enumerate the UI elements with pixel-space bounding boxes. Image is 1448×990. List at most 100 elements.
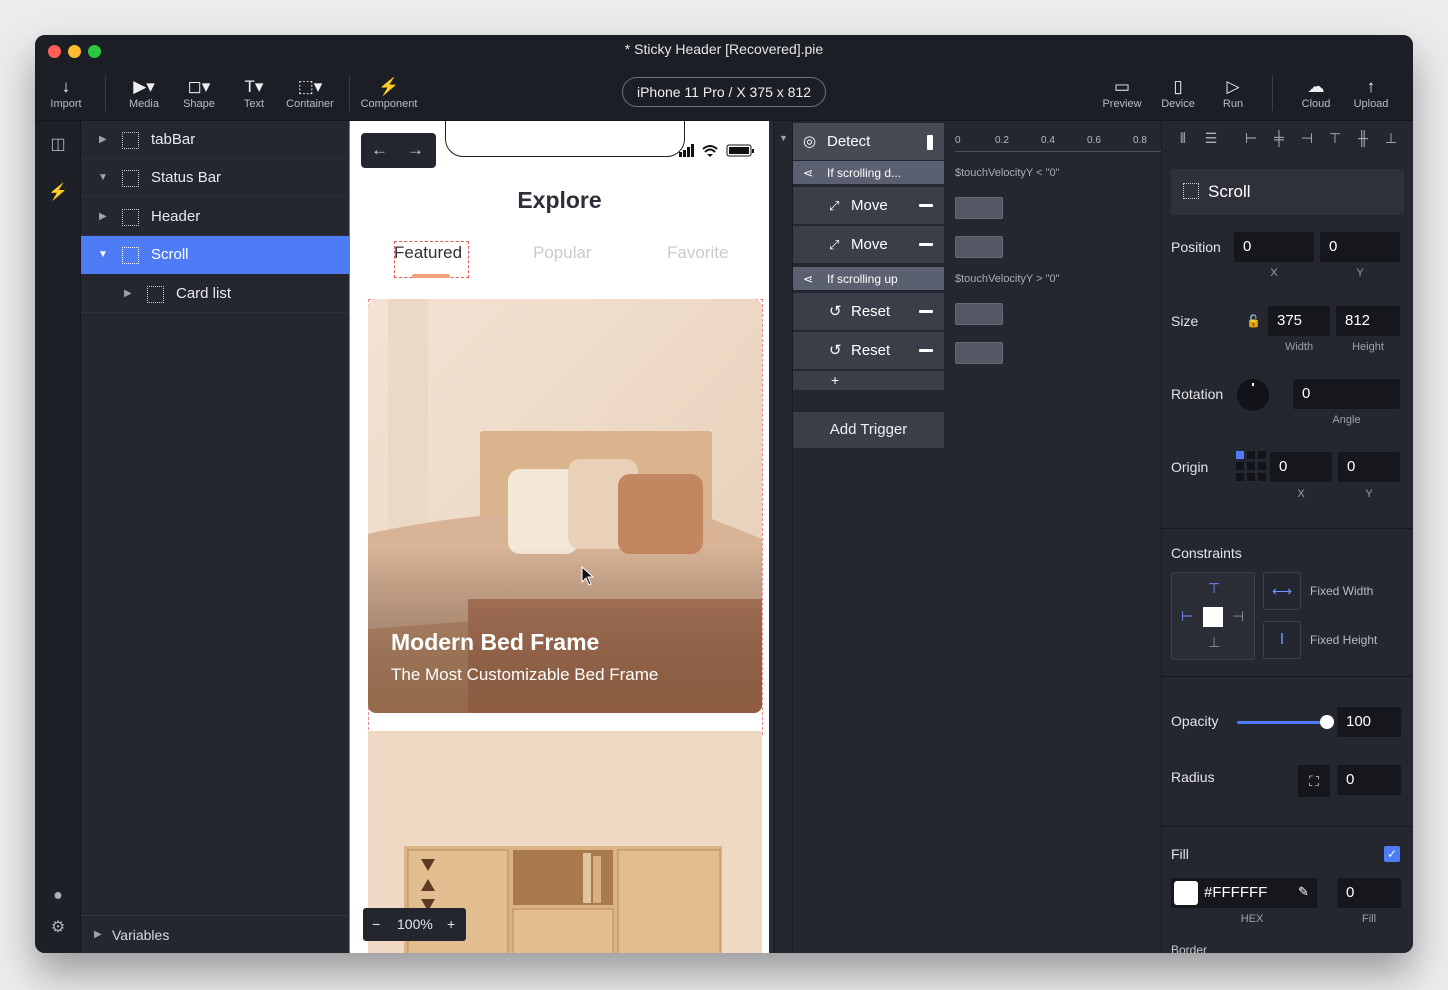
origin-y-input[interactable]: 0 (1338, 452, 1400, 482)
add-trigger-button[interactable]: Add Trigger (793, 412, 944, 448)
origin-grid[interactable] (1236, 451, 1266, 481)
timeline-block[interactable] (955, 303, 1003, 325)
eyedropper-icon[interactable]: ✎ (1298, 884, 1309, 900)
reset-action-1[interactable]: ↺ Reset (793, 293, 944, 331)
align-top-icon[interactable]: ⊤ (1326, 130, 1344, 148)
move-action-2[interactable]: ⤢ Move (793, 226, 944, 264)
text-icon: T▾ (244, 77, 264, 96)
collapse-arrow-icon[interactable]: ▼ (779, 133, 788, 143)
constraint-bottom-icon[interactable]: ⊥ (1208, 634, 1220, 651)
collapse-arrow-icon[interactable]: ▼ (98, 236, 108, 274)
height-input[interactable]: 812 (1336, 306, 1400, 336)
layers-panel-icon[interactable]: ◫ (47, 134, 69, 156)
distribute-horizontal-icon[interactable]: ⫴ (1174, 130, 1192, 148)
origin-label: Origin (1171, 459, 1209, 475)
fill-checkbox[interactable]: ✓ (1384, 846, 1400, 862)
align-left-icon[interactable]: ⊢ (1242, 130, 1260, 148)
layer-row-scroll[interactable]: ▼ Scroll (81, 236, 349, 274)
account-icon[interactable]: ● (47, 885, 69, 907)
variables-section[interactable]: ▶ Variables (81, 915, 349, 953)
cloud-button[interactable]: ☁ Cloud (1298, 77, 1334, 110)
opacity-input[interactable]: 100 (1337, 707, 1401, 737)
layer-name: tabBar (151, 131, 196, 148)
layer-row-status-bar[interactable]: ▼ Status Bar (81, 159, 349, 197)
layer-row-tabbar[interactable]: ▶ tabBar (81, 121, 349, 159)
origin-x-input[interactable]: 0 (1270, 452, 1332, 482)
angle-input[interactable]: 0 (1293, 379, 1400, 409)
radius-input[interactable]: 0 (1337, 765, 1401, 795)
component-button[interactable]: ⚡ Component (358, 77, 420, 110)
align-bottom-icon[interactable]: ⊥ (1382, 130, 1400, 148)
timeline-block[interactable] (955, 342, 1003, 364)
radius-corners-icon[interactable]: ⛶ (1298, 765, 1330, 797)
trigger-scrolling-up[interactable]: ⋖ If scrolling up (793, 267, 944, 291)
ruler-tick: 0.8 (1133, 135, 1147, 146)
zoom-out-button[interactable]: − (372, 916, 380, 932)
interactions-panel: ◎ Detect ⋖ If scrolling d... ⤢ Move ⤢ Mo… (793, 121, 1161, 953)
constraints-box[interactable]: ⊤ ⊢ ⊣ ⊥ (1171, 572, 1255, 660)
back-arrow-icon[interactable]: ← (371, 140, 388, 160)
rotation-label: Rotation (1171, 386, 1224, 402)
upload-button[interactable]: ↑ Upload (1352, 77, 1390, 110)
device-button[interactable]: ▯ Device (1157, 77, 1199, 110)
remove-action-button[interactable] (919, 310, 933, 313)
zoom-in-button[interactable]: + (447, 916, 455, 932)
import-button[interactable]: ↓ Import (47, 77, 85, 110)
opacity-slider-track[interactable] (1237, 715, 1334, 729)
rotation-dial[interactable] (1237, 379, 1269, 411)
align-center-icon[interactable]: ╪ (1270, 130, 1288, 148)
align-right-icon[interactable]: ⊣ (1298, 130, 1316, 148)
timeline-block[interactable] (955, 236, 1003, 258)
phone-artboard[interactable]: ← → Explore Featured Popular Favorite Mo… (349, 121, 769, 953)
position-y-input[interactable]: 0 (1320, 232, 1400, 262)
width-input[interactable]: 375 (1268, 306, 1330, 336)
bed-card[interactable]: Modern Bed Frame The Most Customizable B… (368, 299, 762, 713)
components-panel-icon[interactable]: ⚡ (47, 182, 69, 204)
remove-action-button[interactable] (919, 243, 933, 246)
container-layer-icon (122, 170, 139, 187)
tab-favorite[interactable]: Favorite (667, 243, 728, 263)
remove-action-button[interactable] (919, 349, 933, 352)
trigger-scrolling-down[interactable]: ⋖ If scrolling d... (793, 161, 944, 185)
constraint-left-icon[interactable]: ⊢ (1181, 608, 1193, 625)
align-middle-icon[interactable]: ╫ (1354, 130, 1372, 148)
fixed-width-toggle-icon[interactable]: ⟷ (1263, 572, 1301, 610)
run-button[interactable]: ▷ Run (1215, 77, 1251, 110)
detect-label: Detect (827, 133, 871, 150)
tab-popular[interactable]: Popular (533, 243, 592, 263)
fixed-height-toggle-icon[interactable]: I (1263, 621, 1301, 659)
forward-arrow-icon[interactable]: → (407, 140, 424, 160)
detect-row[interactable]: ◎ Detect (793, 123, 944, 161)
remove-action-button[interactable] (919, 204, 933, 207)
opacity-slider-thumb[interactable] (1320, 715, 1334, 729)
position-x-input[interactable]: 0 (1234, 232, 1314, 262)
constraint-right-icon[interactable]: ⊣ (1232, 608, 1244, 625)
layer-row-header[interactable]: ▶ Header (81, 198, 349, 236)
opacity-slider-fill (1237, 721, 1327, 724)
preview-button[interactable]: ▭ Preview (1100, 77, 1144, 110)
fill-value-input[interactable]: 0 (1337, 878, 1401, 908)
layer-name-field[interactable]: Scroll (1171, 169, 1404, 215)
reset-action-2[interactable]: ↺ Reset (793, 332, 944, 370)
timeline-block[interactable] (955, 197, 1003, 219)
app-window: * Sticky Header [Recovered].pie ↓ Import… (35, 35, 1413, 953)
constraint-top-icon[interactable]: ⊤ (1208, 580, 1220, 597)
layer-row-card-list[interactable]: ▶ Card list (81, 275, 349, 313)
fill-color-swatch[interactable] (1174, 881, 1198, 905)
shape-button[interactable]: ◻▾ Shape (180, 77, 218, 110)
move-action-1[interactable]: ⤢ Move (793, 187, 944, 225)
lock-icon[interactable]: 🔓 (1246, 314, 1261, 328)
distribute-vertical-icon[interactable]: ☰ (1202, 130, 1220, 148)
expand-arrow-icon[interactable]: ▶ (99, 198, 107, 236)
settings-gear-icon[interactable]: ⚙ (47, 917, 69, 939)
collapse-arrow-icon[interactable]: ▼ (98, 159, 108, 197)
add-action-row[interactable]: + (793, 371, 944, 391)
media-button[interactable]: ▶▾ Media (125, 77, 163, 110)
zoom-level[interactable]: 100% (397, 916, 433, 932)
text-button[interactable]: T▾ Text (235, 77, 273, 110)
expand-arrow-icon[interactable]: ▶ (124, 275, 132, 313)
expand-arrow-icon[interactable]: ▶ (99, 121, 107, 159)
fill-hex-field[interactable]: #FFFFFF ✎ (1171, 878, 1317, 908)
device-selector[interactable]: iPhone 11 Pro / X 375 x 812 (622, 77, 826, 107)
container-button[interactable]: ⬚▾ Container (283, 77, 337, 110)
